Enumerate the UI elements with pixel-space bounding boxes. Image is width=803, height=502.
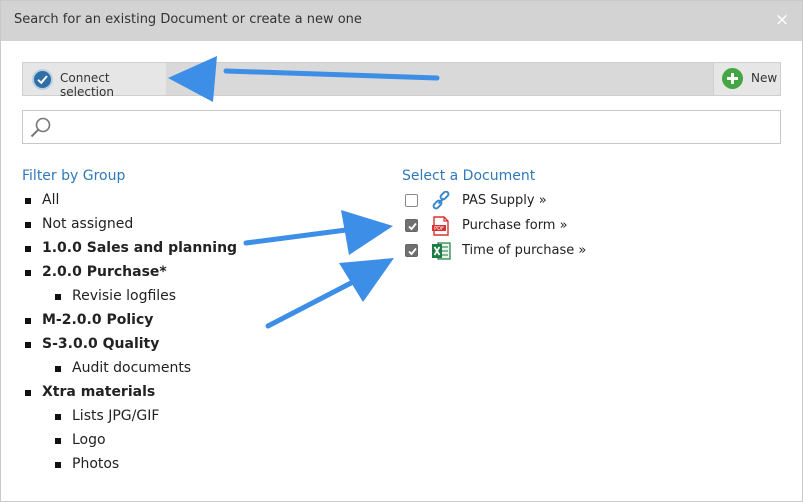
group-item-label: Not assigned	[42, 216, 134, 232]
select-document-heading: Select a Document	[402, 168, 536, 184]
group-item-label: 1.0.0 Sales and planning	[42, 240, 238, 256]
group-item[interactable]: All	[22, 189, 362, 213]
group-item[interactable]: 2.0.0 Purchase*	[22, 261, 362, 285]
dialog-title: Search for an existing Document or creat…	[14, 12, 362, 27]
group-item-label: 2.0.0 Purchase*	[42, 264, 167, 280]
group-item-label: M-2.0.0 Policy	[42, 312, 154, 328]
group-item[interactable]: Photos	[22, 453, 362, 477]
bullet-marker	[55, 414, 61, 420]
plus-circle-icon	[722, 68, 743, 89]
document-list: PAS Supply » PDF Purchase form » Time of pu…	[402, 190, 782, 265]
connect-selection-label: Connect selection	[60, 71, 114, 99]
bullet-marker	[55, 438, 61, 444]
bullet-marker	[25, 390, 31, 396]
document-checkbox[interactable]	[405, 219, 418, 232]
bullet-marker	[25, 222, 31, 228]
bullet-marker	[25, 270, 31, 276]
selection-toolbar: Connect selection New	[22, 62, 781, 99]
excel-icon	[431, 241, 451, 261]
document-checkbox[interactable]	[405, 244, 418, 257]
new-document-button[interactable]: New	[713, 63, 780, 95]
group-item[interactable]: S-3.0.0 Quality	[22, 333, 362, 357]
group-item[interactable]: Lists JPG/GIF	[22, 405, 362, 429]
document-dialog: Search for an existing Document or creat…	[0, 0, 803, 502]
document-row[interactable]: PAS Supply »	[402, 190, 782, 215]
dialog-titlebar: Search for an existing Document or creat…	[1, 1, 802, 41]
svg-text:PDF: PDF	[434, 226, 444, 232]
search-icon	[29, 116, 53, 144]
group-item-label: S-3.0.0 Quality	[42, 336, 160, 352]
check-circle-icon	[32, 69, 53, 90]
bullet-marker	[55, 294, 61, 300]
bullet-marker	[25, 342, 31, 348]
group-item-label: Lists JPG/GIF	[72, 408, 160, 424]
group-item[interactable]: Xtra materials	[22, 381, 362, 405]
document-row[interactable]: Time of purchase »	[402, 240, 782, 265]
group-item-label: Photos	[72, 456, 120, 472]
group-item-label: Revisie logfiles	[72, 288, 177, 304]
group-item-label: Xtra materials	[42, 384, 156, 400]
group-item[interactable]: 1.0.0 Sales and planning	[22, 237, 362, 261]
bullet-marker	[25, 246, 31, 252]
filter-by-group-heading: Filter by Group	[22, 168, 126, 184]
group-item-label: Logo	[72, 432, 106, 448]
group-item[interactable]: Audit documents	[22, 357, 362, 381]
group-item[interactable]: M-2.0.0 Policy	[22, 309, 362, 333]
link-icon	[431, 190, 451, 211]
document-link[interactable]: Purchase form »	[462, 218, 568, 233]
document-checkbox[interactable]	[405, 194, 418, 207]
group-item[interactable]: Revisie logfiles	[22, 285, 362, 309]
document-row[interactable]: PDF Purchase form »	[402, 215, 782, 240]
group-item-label: Audit documents	[72, 360, 192, 376]
search-box	[22, 110, 781, 144]
bullet-marker	[25, 318, 31, 324]
close-button[interactable]: ×	[774, 11, 790, 29]
group-item-label: All	[42, 192, 60, 208]
search-input[interactable]	[57, 115, 772, 139]
bullet-marker	[55, 462, 61, 468]
bullet-marker	[55, 366, 61, 372]
document-link[interactable]: PAS Supply »	[462, 193, 547, 208]
pdf-icon: PDF	[431, 216, 451, 236]
group-item[interactable]: Not assigned	[22, 213, 362, 237]
new-document-label: New	[751, 71, 778, 85]
group-filter-list: All Not assigned 1.0.0 Sales and planning 2…	[22, 189, 362, 477]
bullet-marker	[25, 198, 31, 204]
document-link[interactable]: Time of purchase »	[462, 243, 586, 258]
group-item[interactable]: Logo	[22, 429, 362, 453]
connect-selection-button[interactable]: Connect selection	[23, 63, 166, 99]
